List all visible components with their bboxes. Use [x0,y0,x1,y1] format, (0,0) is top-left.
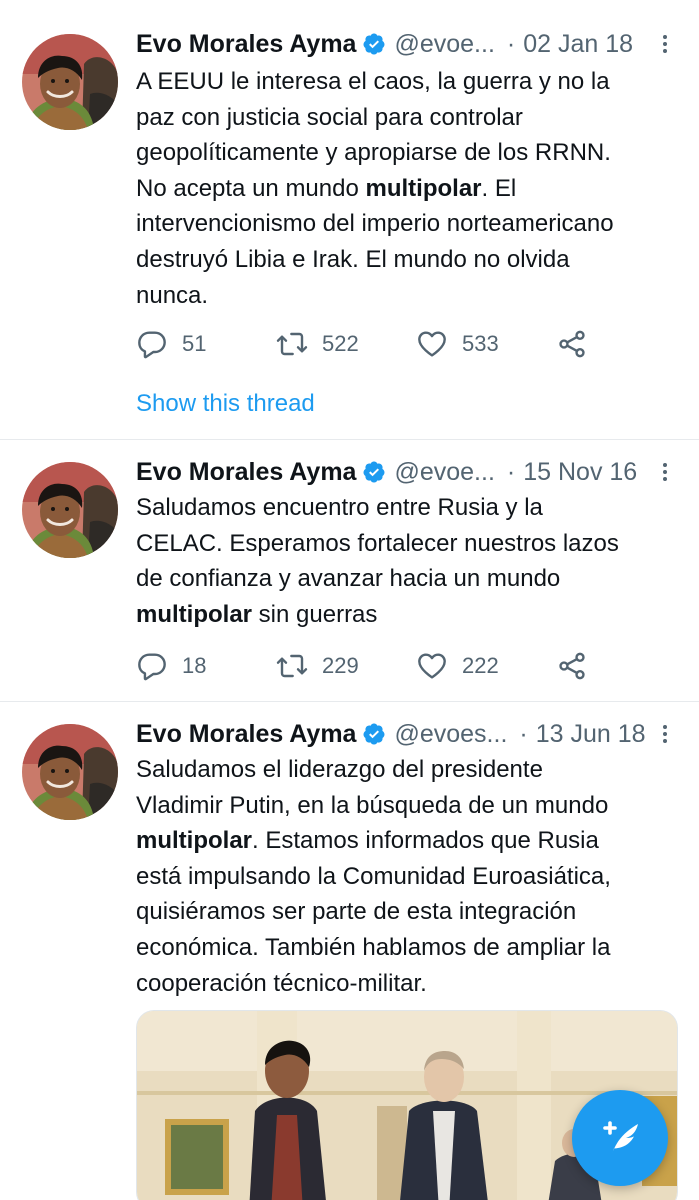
heart-icon [416,650,448,682]
separator: · [506,29,516,58]
tweet[interactable]: Evo Morales Ayma @evoe... · 02 Jan 18 A … [0,0,699,440]
reply-icon [136,328,168,360]
show-thread-link[interactable]: Show this thread [136,390,315,418]
tweet-header: Evo Morales Ayma @evoe... · 02 Jan 18 [136,26,677,62]
compose-tweet-icon [603,1121,638,1154]
like-button[interactable]: 222 [416,646,499,686]
tweet-date[interactable]: 13 Jun 18 [536,720,646,749]
retweet-button[interactable]: 229 [276,646,359,686]
verified-badge-icon [362,32,386,56]
reply-button[interactable]: 51 [136,324,206,364]
retweet-icon [276,328,308,360]
author-handle[interactable]: @evoe... [394,30,494,59]
author-name[interactable]: Evo Morales Ayma [136,458,356,487]
verified-badge-icon [362,460,386,484]
reply-icon [136,650,168,682]
tweet-header: Evo Morales Ayma @evoes... · 13 Jun 18 [136,716,677,752]
like-button[interactable]: 533 [416,324,499,364]
tweet-date[interactable]: 15 Nov 16 [523,458,637,487]
tweet-text: Saludamos encuentro entre Rusia y la CEL… [136,494,619,628]
more-vertical-icon[interactable] [653,460,677,484]
author-handle[interactable]: @evoe... [394,458,494,487]
hashtag-highlight: multipolar [136,827,253,855]
tweet-actions: 51 522 533 [136,324,677,364]
reply-count: 51 [182,331,207,356]
like-count: 533 [462,331,499,356]
share-button[interactable] [556,324,588,364]
share-icon [556,328,588,360]
tweet-text: Saludamos el liderazgo del presidente Vl… [136,756,611,997]
retweet-count: 229 [322,653,359,678]
like-count: 222 [462,653,499,678]
avatar[interactable] [22,724,118,820]
more-vertical-icon[interactable] [653,722,677,746]
tweet-actions: 18 229 222 [136,646,677,686]
compose-tweet-button[interactable] [572,1090,668,1186]
hashtag-highlight: multipolar [136,600,253,628]
author-name[interactable]: Evo Morales Ayma [136,720,356,749]
reply-count: 18 [182,653,207,678]
author-handle[interactable]: @evoes... [394,720,507,749]
author-name[interactable]: Evo Morales Ayma [136,30,356,59]
avatar[interactable] [22,34,118,130]
share-icon [556,650,588,682]
share-button[interactable] [556,646,588,686]
verified-badge-icon [362,722,386,746]
separator: · [519,719,528,748]
tweet-date[interactable]: 02 Jan 18 [523,30,633,59]
retweet-icon [276,650,308,682]
separator: · [506,457,516,486]
more-vertical-icon[interactable] [653,32,677,56]
retweet-count: 522 [322,331,359,356]
reply-button[interactable]: 18 [136,646,206,686]
tweet-text: A EEUU le interesa el caos, la guerra y … [136,68,614,309]
hashtag-highlight: multipolar [365,174,482,202]
heart-icon [416,328,448,360]
avatar[interactable] [22,462,118,558]
retweet-button[interactable]: 522 [276,324,359,364]
tweet-header: Evo Morales Ayma @evoe... · 15 Nov 16 [136,454,677,490]
tweet[interactable]: Evo Morales Ayma @evoe... · 15 Nov 16 Sa… [0,440,699,702]
